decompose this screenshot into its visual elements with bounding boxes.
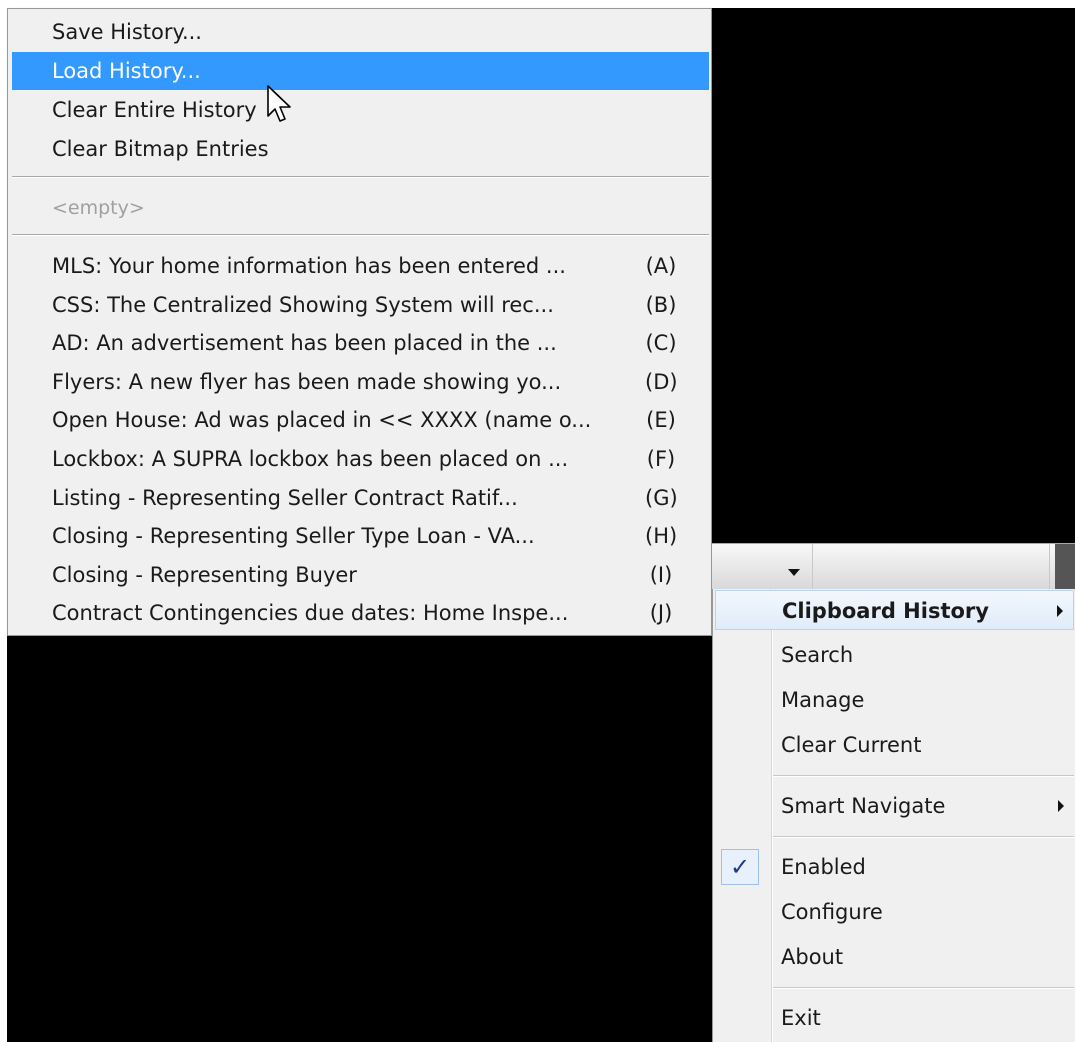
clipboard-history-label: Clipboard History bbox=[782, 599, 989, 623]
configure-item[interactable]: Configure bbox=[715, 892, 1074, 932]
history-entry-shortcut: (H) bbox=[645, 524, 678, 548]
save-history-label: Save History... bbox=[52, 20, 202, 44]
save-history-item[interactable]: Save History... bbox=[12, 13, 709, 51]
arrow-cursor-icon bbox=[267, 85, 291, 122]
clipboard-history-submenu: Save History... Load History... Clear En… bbox=[7, 8, 712, 636]
clear-entire-history-label: Clear Entire History bbox=[52, 98, 257, 122]
enabled-item[interactable]: ✓ Enabled bbox=[715, 847, 1074, 887]
load-history-label: Load History... bbox=[52, 59, 201, 83]
history-entry-e[interactable]: Open House: Ad was placed in << XXXX (na… bbox=[12, 401, 709, 439]
chevron-down-icon[interactable] bbox=[788, 569, 800, 576]
tray-context-menu: Clipboard History Search Manage Clear Cu… bbox=[712, 589, 1075, 1042]
taskbar-strip bbox=[712, 543, 1075, 590]
history-entry-i[interactable]: Closing - Representing Buyer (I) bbox=[12, 556, 709, 594]
history-entry-h[interactable]: Closing - Representing Seller Type Loan … bbox=[12, 517, 709, 555]
menu-separator bbox=[773, 987, 1074, 989]
history-entry-shortcut: (D) bbox=[645, 370, 678, 394]
exit-item[interactable]: Exit bbox=[715, 998, 1074, 1038]
history-entry-shortcut: (E) bbox=[646, 408, 676, 432]
history-entry-label: CSS: The Centralized Showing System will… bbox=[52, 293, 554, 317]
manage-label: Manage bbox=[781, 688, 865, 712]
history-entry-shortcut: (B) bbox=[645, 293, 677, 317]
search-label: Search bbox=[781, 643, 854, 667]
history-entry-b[interactable]: CSS: The Centralized Showing System will… bbox=[12, 286, 709, 324]
history-entry-label: MLS: Your home information has been ente… bbox=[52, 254, 566, 278]
about-item[interactable]: About bbox=[715, 937, 1074, 977]
history-entry-shortcut: (J) bbox=[649, 601, 673, 625]
history-entry-j[interactable]: Contract Contingencies due dates: Home I… bbox=[12, 594, 709, 632]
about-label: About bbox=[781, 945, 844, 969]
history-entry-label: Flyers: A new flyer has been made showin… bbox=[52, 370, 562, 394]
history-entry-label: Lockbox: A SUPRA lockbox has been placed… bbox=[52, 447, 569, 471]
history-entry-label: Open House: Ad was placed in << XXXX (na… bbox=[52, 408, 592, 432]
smart-navigate-item[interactable]: Smart Navigate bbox=[715, 786, 1074, 826]
history-entry-a[interactable]: MLS: Your home information has been ente… bbox=[12, 247, 709, 285]
history-entry-label: Listing - Representing Seller Contract R… bbox=[52, 486, 518, 510]
submenu-arrow-icon bbox=[1057, 605, 1063, 617]
menu-separator bbox=[12, 234, 709, 236]
clear-current-item[interactable]: Clear Current bbox=[715, 725, 1074, 765]
empty-label: <empty> bbox=[52, 197, 145, 219]
screenshot-border-left bbox=[0, 0, 7, 1042]
history-entry-shortcut: (G) bbox=[645, 486, 678, 510]
history-entry-label: Closing - Representing Buyer bbox=[52, 563, 357, 587]
clear-bitmap-entries-item[interactable]: Clear Bitmap Entries bbox=[12, 130, 709, 168]
taskbar-edge bbox=[1055, 544, 1075, 590]
manage-item[interactable]: Manage bbox=[715, 680, 1074, 720]
checkmark-icon: ✓ bbox=[721, 849, 759, 885]
taskbar-divider bbox=[1049, 544, 1050, 590]
load-history-item[interactable]: Load History... bbox=[12, 52, 709, 90]
empty-placeholder-item: <empty> bbox=[12, 189, 709, 227]
history-entry-label: AD: An advertisement has been placed in … bbox=[52, 331, 557, 355]
history-entry-g[interactable]: Listing - Representing Seller Contract R… bbox=[12, 479, 709, 517]
configure-label: Configure bbox=[781, 900, 883, 924]
history-entry-shortcut: (I) bbox=[649, 563, 673, 587]
history-entry-shortcut: (A) bbox=[645, 254, 677, 278]
history-entry-label: Contract Contingencies due dates: Home I… bbox=[52, 601, 569, 625]
submenu-arrow-icon bbox=[1058, 800, 1064, 812]
history-entry-f[interactable]: Lockbox: A SUPRA lockbox has been placed… bbox=[12, 440, 709, 478]
history-entry-shortcut: (F) bbox=[646, 447, 676, 471]
screenshot-border-top bbox=[0, 0, 1075, 8]
history-entry-label: Closing - Representing Seller Type Loan … bbox=[52, 524, 535, 548]
history-entry-shortcut: (C) bbox=[645, 331, 677, 355]
menu-separator bbox=[12, 176, 709, 178]
history-entry-d[interactable]: Flyers: A new flyer has been made showin… bbox=[12, 363, 709, 401]
exit-label: Exit bbox=[781, 1006, 821, 1030]
menu-separator bbox=[773, 836, 1074, 838]
clear-entire-history-item[interactable]: Clear Entire History bbox=[12, 91, 709, 129]
clear-bitmap-entries-label: Clear Bitmap Entries bbox=[52, 137, 269, 161]
search-item[interactable]: Search bbox=[715, 635, 1074, 675]
smart-navigate-label: Smart Navigate bbox=[781, 794, 946, 818]
history-entry-c[interactable]: AD: An advertisement has been placed in … bbox=[12, 324, 709, 362]
enabled-label: Enabled bbox=[781, 855, 866, 879]
clear-current-label: Clear Current bbox=[781, 733, 922, 757]
taskbar-divider bbox=[812, 544, 813, 590]
clipboard-history-item[interactable]: Clipboard History bbox=[715, 590, 1074, 630]
menu-separator bbox=[773, 775, 1074, 777]
